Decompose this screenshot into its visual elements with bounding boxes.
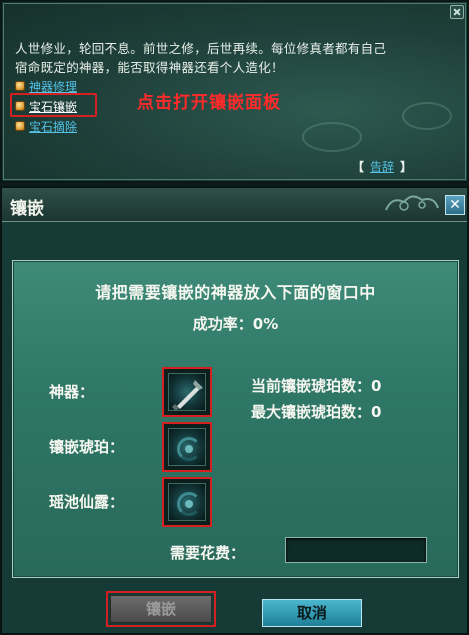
amber-swirl-icon: [177, 437, 201, 461]
max-amber-count: 最大镶嵌琥珀数：0: [251, 403, 382, 421]
cloud-decoration: [402, 102, 452, 130]
farewell-link[interactable]: 【 告辞 】: [352, 158, 412, 175]
bracket-left: 【: [352, 160, 365, 174]
current-amber-count: 当前镶嵌琥珀数：0: [251, 377, 382, 395]
cloud-decoration: [302, 122, 362, 152]
success-rate: 成功率：0%: [192, 315, 279, 333]
amber-slot[interactable]: [162, 422, 212, 472]
farewell-label[interactable]: 告辞: [370, 158, 394, 175]
cost-field: [285, 537, 427, 563]
dew-slot[interactable]: [162, 477, 212, 527]
cloud-ornament-icon: [385, 195, 439, 211]
inlay-window: 镶嵌 ✕ 请把需要镶嵌的神器放入下面的窗口中 成功率：0% 神器： 镶嵌琥珀：: [0, 186, 469, 635]
npc-close-icon[interactable]: [450, 5, 464, 19]
inlay-button[interactable]: 镶嵌: [106, 591, 216, 627]
npc-text-line: 宿命既定的神器，能否取得神器还看个人造化！: [15, 60, 284, 75]
cancel-button[interactable]: 取消: [262, 599, 362, 627]
window-title: 镶嵌: [10, 199, 44, 219]
artifact-icon: [168, 373, 206, 411]
option-label[interactable]: 宝石摘除: [29, 118, 77, 135]
artifact-slot[interactable]: [162, 367, 212, 417]
close-icon[interactable]: ✕: [445, 195, 465, 215]
instruction-text: 请把需要镶嵌的神器放入下面的窗口中: [95, 283, 376, 302]
cost-label: 需要花费：: [170, 544, 246, 562]
dew-slot-inner: [168, 483, 206, 521]
artifact-slot-label: 神器：: [49, 383, 95, 401]
option-label[interactable]: 神器修理: [29, 78, 77, 95]
npc-dialog-panel: 人世修业，轮回不息。前世之修，后世再续。每位修真者都有自己 宿命既定的神器，能否…: [0, 0, 469, 183]
option-bullet-icon: [15, 81, 25, 91]
amber-slot-label: 镶嵌琥珀：: [49, 438, 125, 456]
bracket-right: 】: [400, 160, 413, 174]
dew-swirl-icon: [177, 492, 201, 516]
npc-text-line: 人世修业，轮回不息。前世之修，后世再续。每位修真者都有自己: [15, 41, 387, 56]
annotation-text: 点击打开镶嵌面板: [137, 93, 281, 113]
inlay-panel: 请把需要镶嵌的神器放入下面的窗口中 成功率：0% 神器： 镶嵌琥珀： 瑶池仙露：: [12, 260, 459, 578]
highlight-box: [10, 93, 97, 117]
title-bar[interactable]: 镶嵌 ✕: [2, 188, 467, 222]
amber-slot-inner: [168, 428, 206, 466]
dew-slot-label: 瑶池仙露：: [49, 493, 125, 511]
option-bullet-icon: [15, 121, 25, 131]
npc-dialog-text: 人世修业，轮回不息。前世之修，后世再续。每位修真者都有自己 宿命既定的神器，能否…: [15, 39, 455, 77]
option-gem-remove[interactable]: 宝石摘除: [15, 117, 77, 135]
